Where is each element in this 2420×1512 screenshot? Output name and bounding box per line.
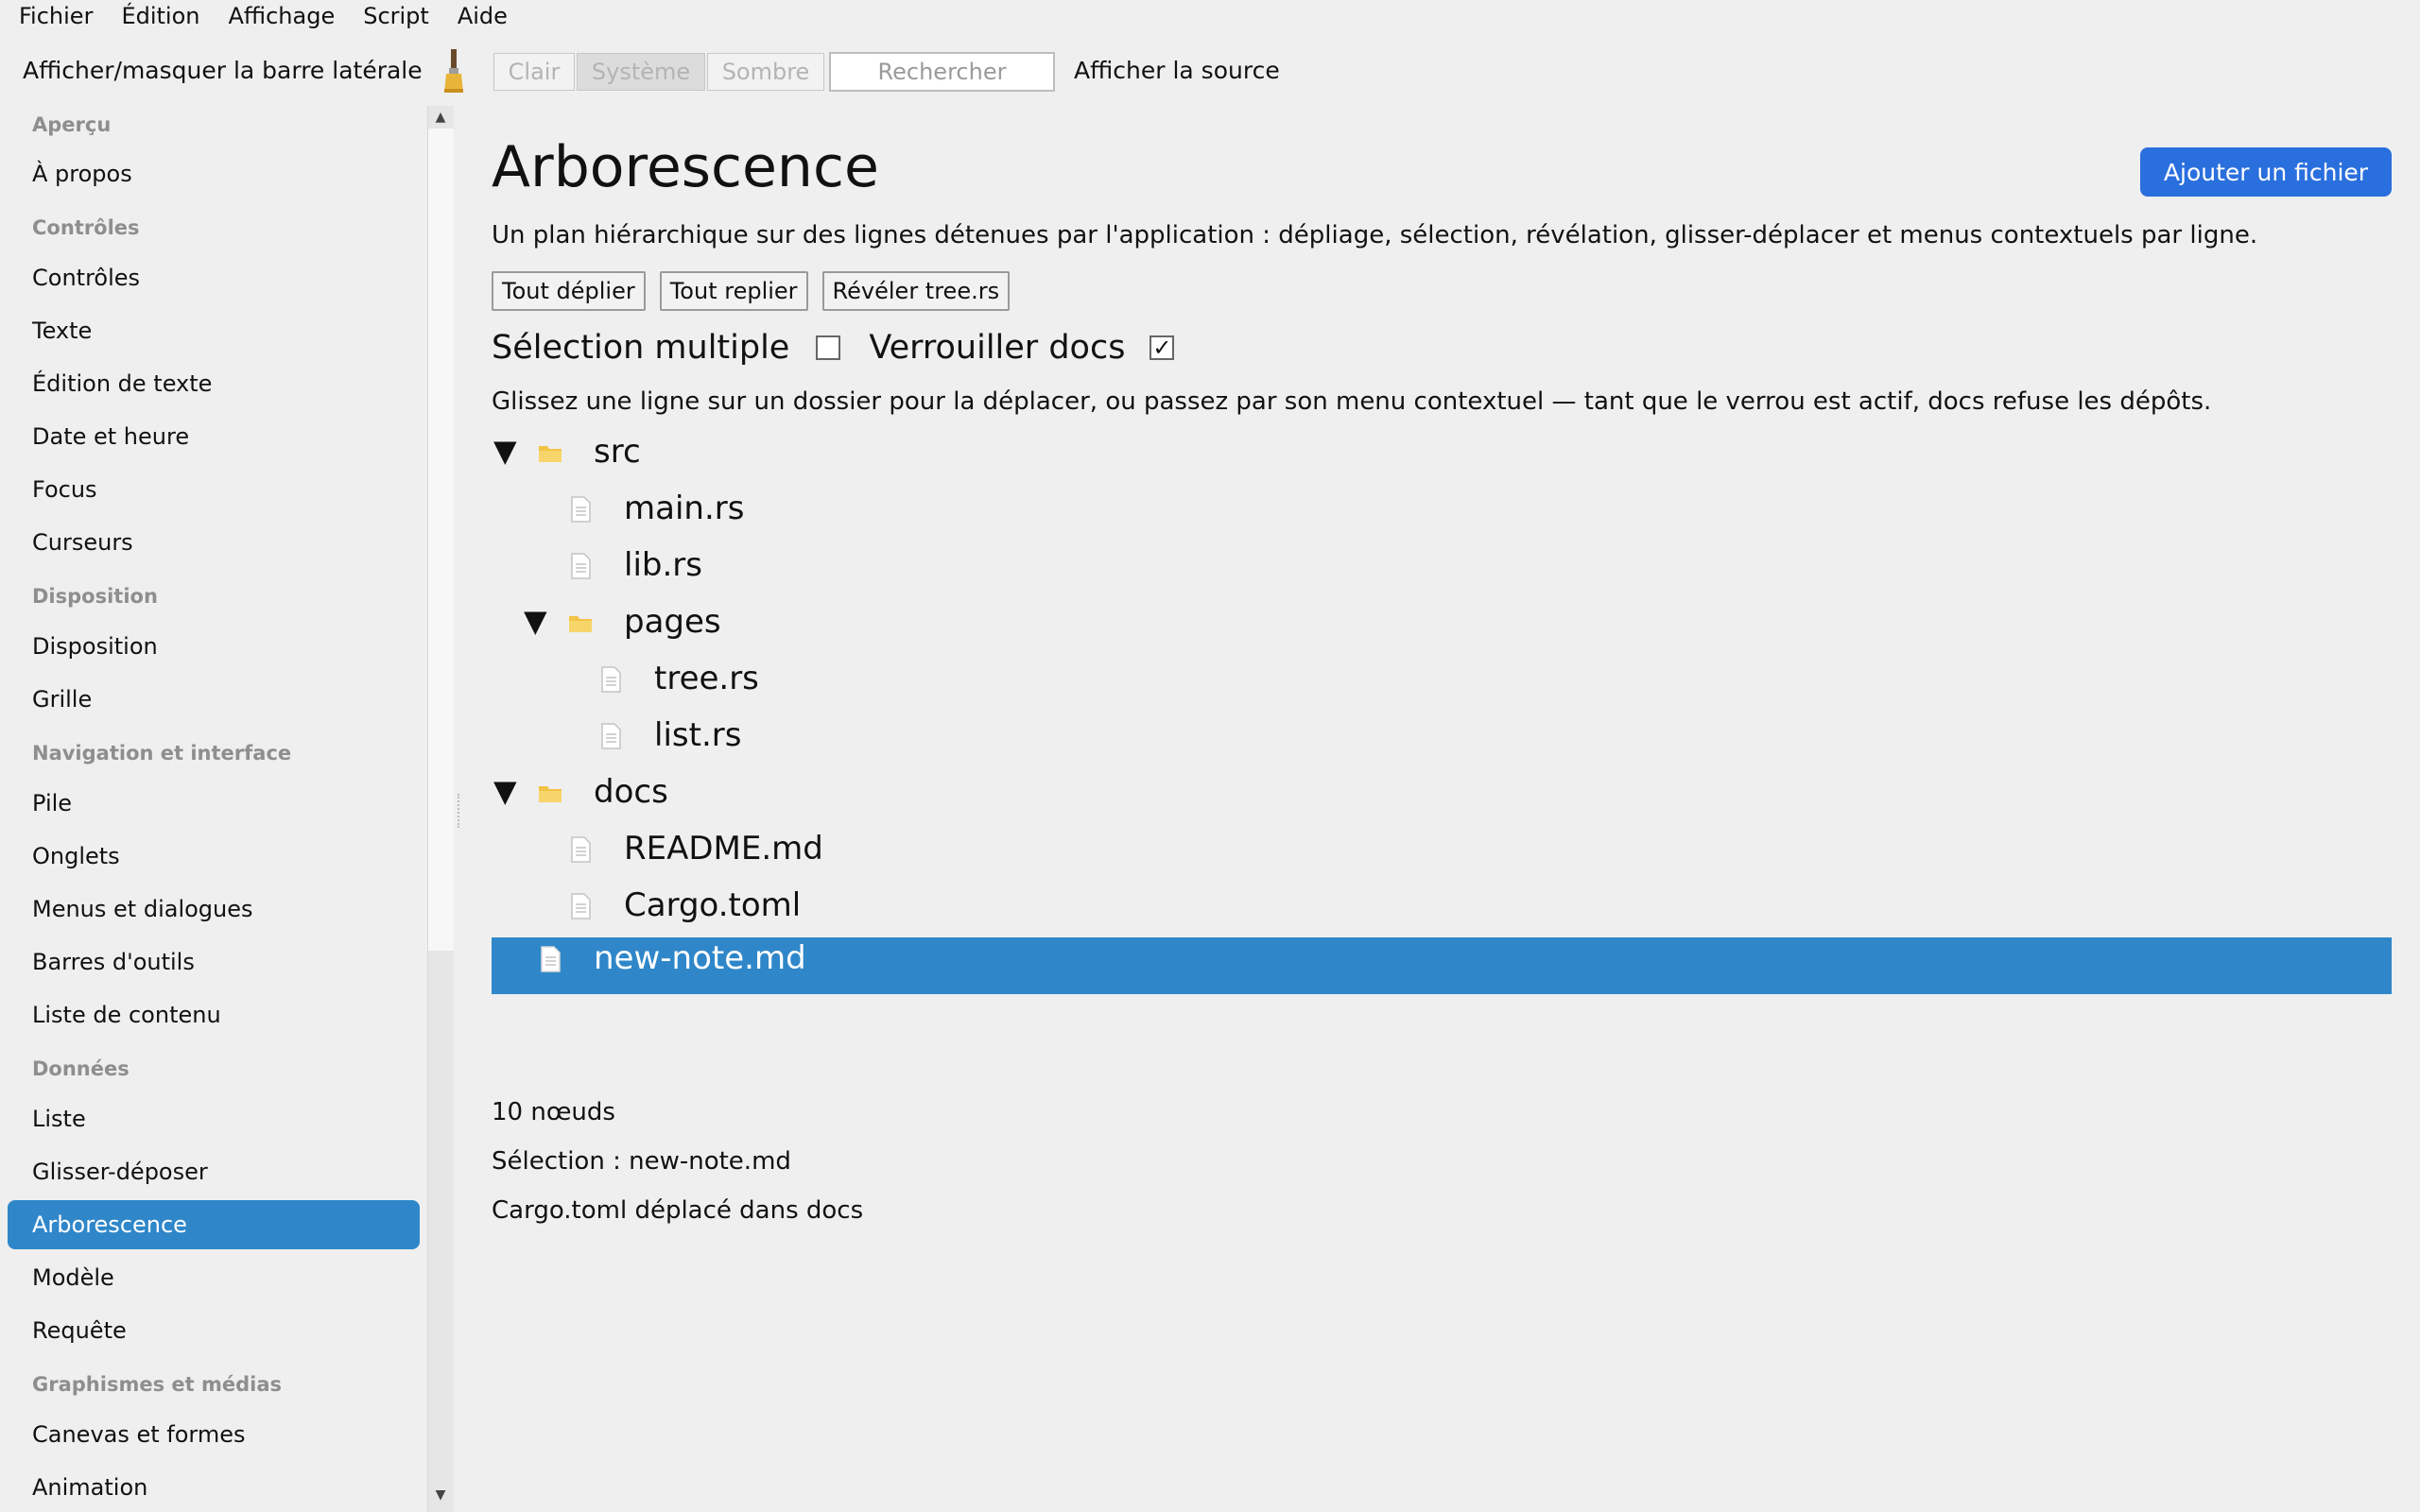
sidebar-item-texte[interactable]: Texte (8, 306, 420, 355)
tree-options: Sélection multiple Verrouiller docs ✓ (492, 329, 1175, 367)
last-action-status: Cargo.toml déplacé dans docs (492, 1196, 864, 1225)
theme-selector: Clair Système Sombre (493, 53, 826, 91)
disclosure-triangle-icon[interactable]: ▼ (493, 773, 517, 809)
theme-system-button[interactable]: Système (577, 53, 705, 91)
sidebar-item-pile[interactable]: Pile (8, 779, 420, 828)
sidebar-section-controles: Contrôles (32, 216, 140, 239)
sidebar-item-edition-texte[interactable]: Édition de texte (8, 359, 420, 408)
lock-docs-label: Verrouiller docs (869, 329, 1126, 367)
theme-light-button[interactable]: Clair (493, 53, 575, 91)
tree-row-lib-rs[interactable]: lib.rs (492, 541, 2392, 597)
file-icon (601, 666, 621, 693)
file-icon (571, 836, 591, 863)
sidebar-item-controles[interactable]: Contrôles (8, 253, 420, 302)
tree-row-docs[interactable]: ▼ docs (492, 767, 2392, 824)
show-source-button[interactable]: Afficher la source (1074, 57, 1280, 84)
sidebar-item-modele[interactable]: Modèle (8, 1253, 420, 1302)
tree-row-label: lib.rs (624, 546, 702, 584)
scroll-up-arrow-icon[interactable]: ▲ (433, 110, 448, 125)
tree-row-label: Cargo.toml (624, 886, 802, 924)
tree-action-buttons: Tout déplier Tout replier Révéler tree.r… (492, 271, 1024, 311)
file-icon (571, 553, 591, 579)
sidebar-item-liste[interactable]: Liste (8, 1094, 420, 1143)
sidebar-section-graphismes: Graphismes et médias (32, 1373, 282, 1396)
sidebar-item-onglets[interactable]: Onglets (8, 832, 420, 881)
sidebar-item-curseurs[interactable]: Curseurs (8, 518, 420, 567)
expand-all-button[interactable]: Tout déplier (492, 271, 646, 311)
sidebar-item-liste-contenu[interactable]: Liste de contenu (8, 990, 420, 1040)
file-icon (571, 893, 591, 919)
tree-row-src[interactable]: ▼ src (492, 427, 2392, 484)
drag-hint: Glissez une ligne sur un dossier pour la… (492, 387, 2212, 416)
tree-row-label: main.rs (624, 490, 745, 527)
menu-edition[interactable]: Édition (121, 3, 199, 29)
tree-row-label: list.rs (654, 716, 742, 754)
sidebar-item-menus[interactable]: Menus et dialogues (8, 885, 420, 934)
scroll-down-arrow-icon[interactable]: ▼ (433, 1487, 448, 1503)
tree-row-main-rs[interactable]: main.rs (492, 484, 2392, 541)
lock-docs-checkbox[interactable]: ✓ (1150, 335, 1175, 360)
sidebar-item-glisser-deposer[interactable]: Glisser-déposer (8, 1147, 420, 1196)
add-file-button[interactable]: Ajouter un fichier (2140, 147, 2392, 197)
sidebar-item-date-heure[interactable]: Date et heure (8, 412, 420, 461)
paintbrush-icon[interactable] (437, 47, 471, 96)
tree-row-list-rs[interactable]: list.rs (492, 711, 2392, 767)
disclosure-triangle-icon[interactable]: ▼ (524, 603, 547, 639)
tree-status: 10 nœuds Sélection : new-note.md Cargo.t… (492, 1098, 863, 1246)
tree-row-label: tree.rs (654, 660, 759, 697)
multi-select-label: Sélection multiple (492, 329, 790, 367)
tree-row-label: docs (594, 773, 668, 811)
toolbar: Afficher/masquer la barre latérale Clair… (0, 47, 2420, 96)
menu-aide[interactable]: Aide (458, 3, 508, 29)
node-count: 10 nœuds (492, 1098, 615, 1126)
menu-script[interactable]: Script (363, 3, 429, 29)
tree-row-readme[interactable]: README.md (492, 824, 2392, 881)
sidebar-item-disposition[interactable]: Disposition (8, 622, 420, 671)
folder-icon (539, 786, 562, 802)
toggle-sidebar-button[interactable]: Afficher/masquer la barre latérale (23, 57, 423, 84)
sidebar-section-disposition: Disposition (32, 585, 158, 608)
menu-affichage[interactable]: Affichage (228, 3, 335, 29)
folder-icon (539, 446, 562, 462)
sidebar-item-a-propos[interactable]: À propos (8, 149, 420, 198)
tree-row-label: pages (624, 603, 721, 641)
file-icon (601, 723, 621, 749)
menu-fichier[interactable]: Fichier (19, 3, 93, 29)
sidebar-item-focus[interactable]: Focus (8, 465, 420, 514)
sidebar-section-navigation: Navigation et interface (32, 742, 292, 765)
file-icon (541, 946, 561, 972)
search-input[interactable]: Rechercher (829, 52, 1055, 92)
selection-status: Sélection : new-note.md (492, 1147, 791, 1176)
reveal-button[interactable]: Révéler tree.rs (821, 271, 1011, 311)
sidebar-section-apercu: Aperçu (32, 113, 112, 136)
sidebar-item-animation[interactable]: Animation (8, 1463, 420, 1512)
sidebar-item-canevas[interactable]: Canevas et formes (8, 1410, 420, 1459)
tree-row-cargo[interactable]: Cargo.toml (492, 881, 2392, 937)
sidebar-item-barres-outils[interactable]: Barres d'outils (8, 937, 420, 987)
sidebar-item-arborescence[interactable]: Arborescence (8, 1200, 420, 1249)
tree-row-label: src (594, 433, 641, 471)
tree-row-pages[interactable]: ▼ pages (492, 597, 2392, 654)
multi-select-checkbox[interactable] (816, 335, 841, 360)
tree-row-label: new-note.md (594, 939, 806, 977)
sidebar-section-donnees: Données (32, 1057, 130, 1080)
tree-row-tree-rs[interactable]: tree.rs (492, 654, 2392, 711)
collapse-all-button[interactable]: Tout replier (659, 271, 808, 311)
menubar: Fichier Édition Affichage Script Aide (0, 0, 2420, 32)
page-description: Un plan hiérarchique sur des lignes déte… (492, 221, 2258, 249)
tree-row-new-note[interactable]: new-note.md (492, 937, 2392, 994)
sidebar: Aperçu À propos Contrôles Contrôles Text… (0, 106, 427, 1512)
sidebar-item-grille[interactable]: Grille (8, 675, 420, 724)
disclosure-triangle-icon[interactable]: ▼ (493, 433, 517, 469)
file-icon (571, 496, 591, 523)
main-content: Arborescence Ajouter un fichier Un plan … (492, 106, 2392, 1512)
page-title: Arborescence (492, 134, 879, 200)
sidebar-item-requete[interactable]: Requête (8, 1306, 420, 1355)
splitter-handle[interactable] (458, 794, 461, 828)
theme-dark-button[interactable]: Sombre (707, 53, 824, 91)
sidebar-scrollbar-thumb[interactable] (427, 129, 454, 951)
tree-row-label: README.md (624, 830, 823, 868)
folder-icon (569, 616, 592, 632)
